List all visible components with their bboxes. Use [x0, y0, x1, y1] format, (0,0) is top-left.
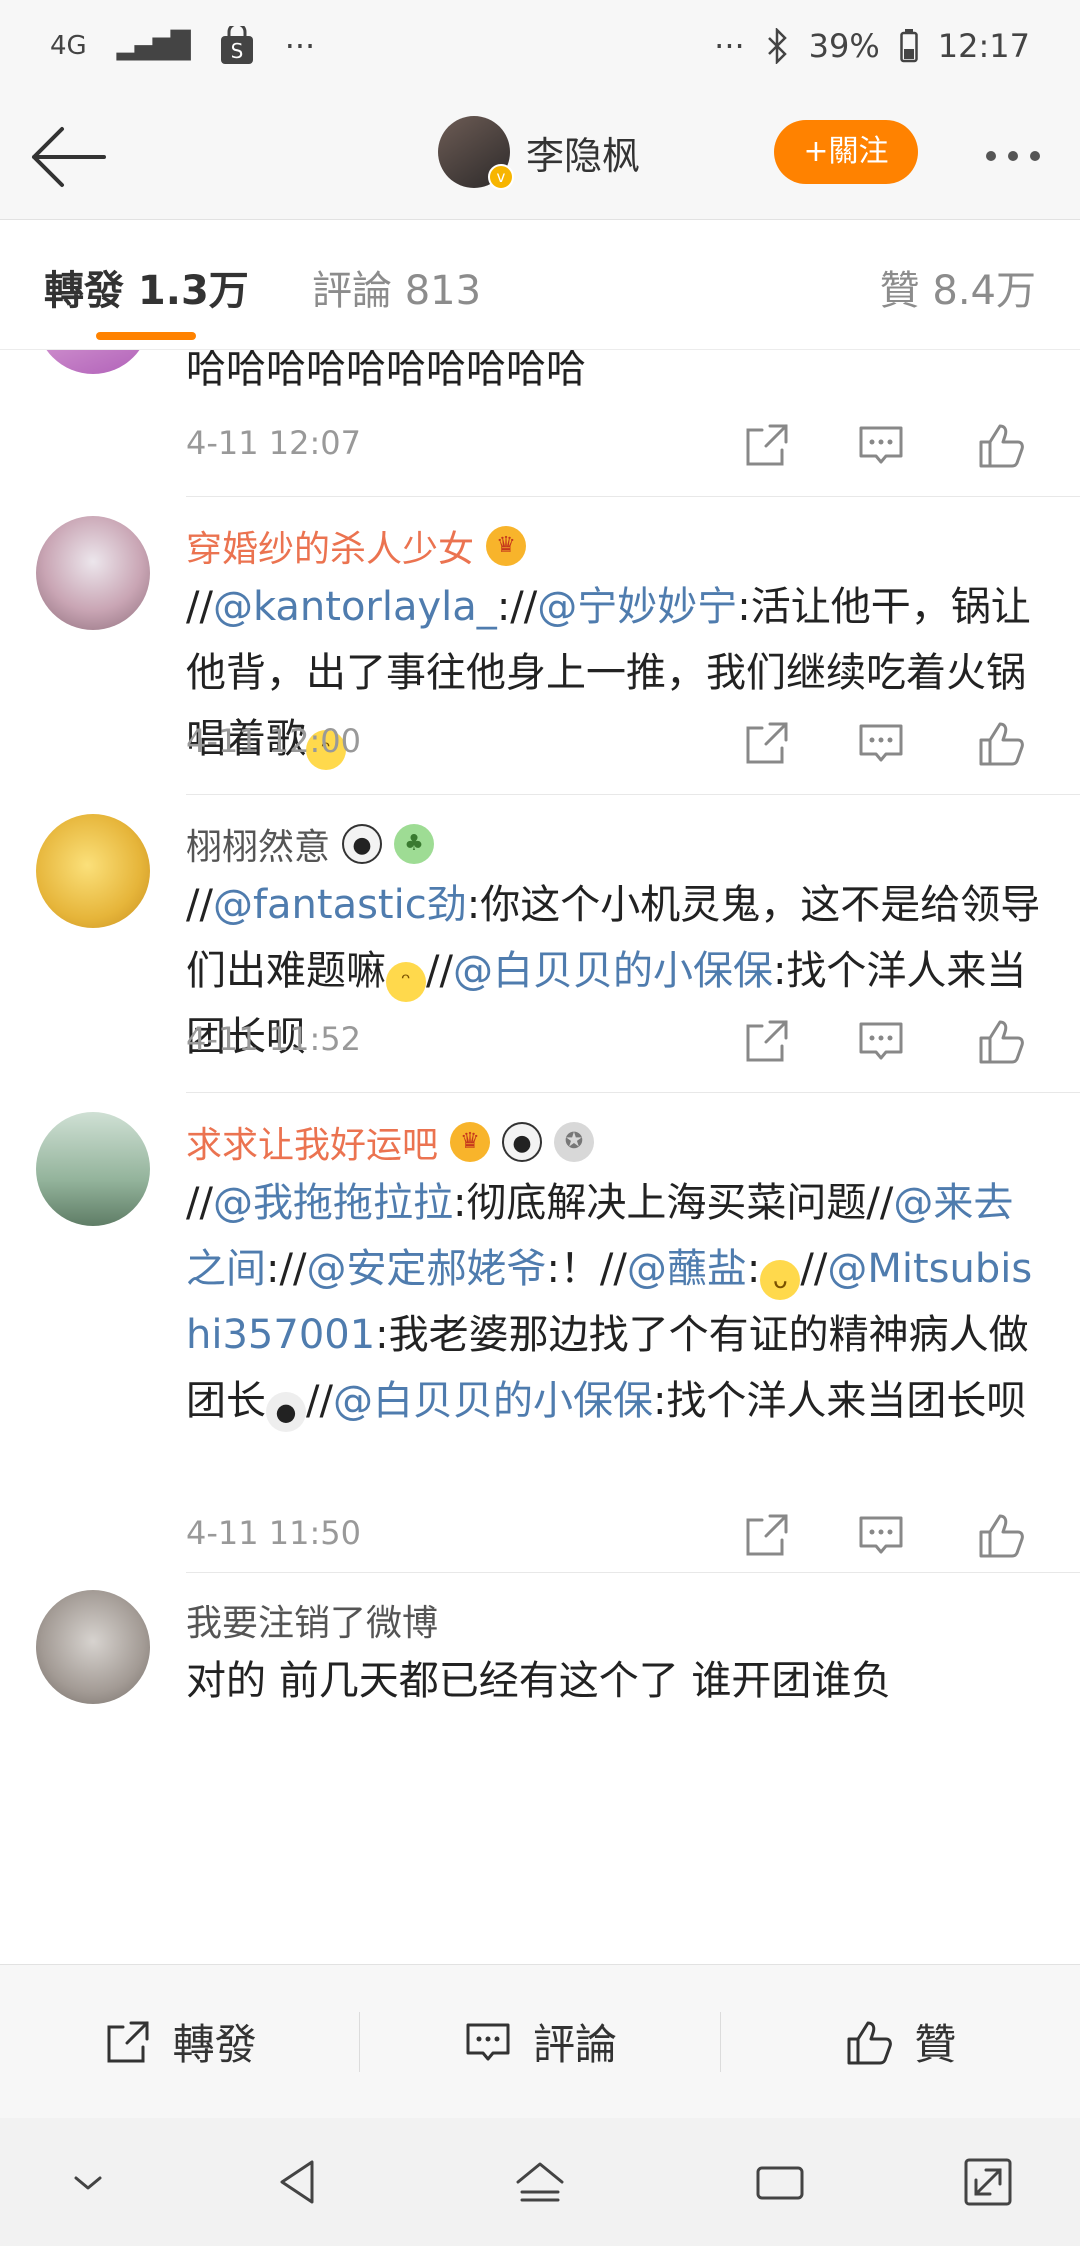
user-line: 求求让我好运吧 ♛ ● ✪ — [186, 1116, 595, 1168]
repost-button[interactable]: 轉發 — [0, 2011, 359, 2072]
battery-icon — [900, 29, 918, 63]
vip-crown-icon: ♛ — [450, 1122, 491, 1162]
post-meta: 4-11 11:50 — [186, 1510, 1046, 1560]
like-button[interactable]: 贊 — [721, 2011, 1080, 2072]
comment-icon[interactable] — [856, 1016, 906, 1066]
mention-link[interactable]: @白贝贝的小保保 — [333, 1378, 653, 1424]
like-label: 贊 — [914, 2020, 957, 2069]
repost-icon[interactable] — [742, 420, 792, 470]
expand-icon[interactable] — [958, 2152, 1018, 2212]
store-icon: S — [220, 26, 253, 64]
tab-bar: 轉發 1.3万 評論 813 贊 8.4万 — [0, 220, 1080, 350]
like-icon — [847, 2021, 893, 2064]
panda-icon: ● — [502, 1122, 543, 1162]
notification-overflow: ··· — [284, 27, 316, 65]
comment-button[interactable]: 評論 — [360, 2011, 719, 2072]
user-line: 我要注销了微博 — [186, 1594, 438, 1646]
mention-link[interactable]: @fantastic劲 — [213, 882, 467, 928]
post-text: 哈哈哈哈哈哈哈哈哈哈 — [186, 350, 586, 392]
divider — [186, 1572, 1080, 1573]
repost-label: 轉發 — [172, 2020, 257, 2069]
smug-emoji-icon: ᴗ — [760, 1260, 801, 1300]
home-icon[interactable] — [510, 2152, 570, 2212]
comment-icon[interactable] — [856, 420, 906, 470]
timestamp: 4-11 12:00 — [186, 722, 362, 760]
panda-icon: ● — [342, 824, 383, 864]
battery-percent: 39% — [808, 27, 880, 65]
mention-link[interactable]: @kantorlayla_ — [213, 584, 497, 630]
username[interactable]: 穿婚纱的杀人少女 — [186, 520, 474, 572]
network-indicator: 4G — [50, 31, 87, 61]
avatar[interactable] — [36, 350, 150, 374]
signal-icon: ▂▄▆█ — [116, 31, 191, 61]
status-bar: 4G ▂▄▆█ S ··· ··· 39% 12:17 — [0, 0, 1080, 92]
post-meta: 4-11 11:52 — [186, 1016, 1046, 1066]
divider — [186, 1092, 1080, 1093]
divider — [186, 496, 1080, 497]
doge-emoji-icon: ᵔ — [386, 962, 426, 1002]
comment-icon[interactable] — [856, 718, 906, 768]
vip-crown-icon: ♛ — [486, 526, 527, 566]
username[interactable]: 求求让我好运吧 — [186, 1116, 438, 1168]
tab-likes[interactable]: 贊 8.4万 — [880, 258, 1036, 316]
repost-icon[interactable] — [742, 1016, 792, 1066]
avatar[interactable]: v — [438, 116, 514, 190]
profile-header[interactable]: v 李隐枫 — [438, 116, 640, 190]
medal-icon: ✪ — [554, 1122, 595, 1162]
comment-icon — [466, 2023, 510, 2060]
navigation-bar: v 李隐枫 +關注 — [0, 92, 1080, 220]
mention-link[interactable]: @白贝贝的小保保 — [453, 948, 773, 994]
user-line: 穿婚纱的杀人少女 ♛ — [186, 520, 527, 572]
like-icon[interactable] — [976, 1016, 1026, 1066]
bluetooth-icon — [767, 28, 787, 64]
back-triangle-icon[interactable] — [270, 2152, 330, 2212]
verified-icon: v — [488, 164, 514, 190]
comment-icon[interactable] — [856, 1510, 906, 1560]
panda-face-emoji-icon: ● — [266, 1392, 306, 1432]
username[interactable]: 栩栩然意 — [186, 818, 330, 870]
like-icon[interactable] — [976, 420, 1026, 470]
svg-text:S: S — [230, 39, 243, 63]
repost-icon[interactable] — [742, 718, 792, 768]
avatar[interactable] — [36, 516, 150, 630]
character-badge-icon: ♣ — [394, 824, 435, 864]
user-line: 栩栩然意 ● ♣ — [186, 818, 435, 870]
tab-comments[interactable]: 評論 813 — [312, 258, 481, 316]
username[interactable]: 我要注销了微博 — [186, 1594, 438, 1646]
post-meta: 4-11 12:07 — [186, 420, 1046, 470]
repost-list[interactable]: 哈哈哈哈哈哈哈哈哈哈 4-11 12:07 穿婚纱的杀人少女 ♛ //@kant… — [0, 350, 1080, 1964]
post-text: //@我拖拖拉拉:彻底解决上海买菜问题//@来去之间://@安定郝姥爷:！//@… — [186, 1170, 1046, 1434]
comment-label: 評論 — [532, 2020, 617, 2069]
active-tab-indicator — [96, 332, 196, 340]
like-icon[interactable] — [976, 718, 1026, 768]
mention-link[interactable]: @宁妙妙宁 — [537, 584, 737, 630]
mention-link[interactable]: @我拖拖拉拉 — [213, 1180, 453, 1226]
like-icon[interactable] — [976, 1510, 1026, 1560]
system-navigation-bar — [0, 2118, 1080, 2246]
back-arrow-icon[interactable] — [24, 112, 114, 202]
follow-button[interactable]: +關注 — [774, 120, 918, 184]
timestamp: 4-11 11:52 — [186, 1020, 362, 1058]
timestamp: 4-11 11:50 — [186, 1514, 362, 1552]
avatar[interactable] — [36, 1112, 150, 1226]
profile-name[interactable]: 李隐枫 — [526, 125, 640, 180]
mention-link[interactable]: @蘸盐 — [627, 1246, 747, 1292]
clock: 12:17 — [937, 27, 1030, 65]
timestamp: 4-11 12:07 — [186, 424, 362, 462]
bottom-action-bar: 轉發 評論 贊 — [0, 1964, 1080, 2118]
chevron-down-icon[interactable] — [58, 2152, 118, 2212]
avatar[interactable] — [36, 1590, 150, 1704]
mention-link[interactable]: @安定郝姥爷 — [306, 1246, 546, 1292]
status-overflow: ··· — [714, 27, 745, 65]
post-meta: 4-11 12:00 — [186, 718, 1046, 768]
repost-icon — [107, 2021, 149, 2062]
divider — [186, 794, 1080, 795]
repost-icon[interactable] — [742, 1510, 792, 1560]
recent-apps-icon[interactable] — [750, 2152, 810, 2212]
avatar[interactable] — [36, 814, 150, 928]
more-options-icon[interactable] — [978, 136, 1048, 176]
post-text: 对的 前几天都已经有这个了 谁开团谁负 — [186, 1658, 892, 1704]
tab-reposts[interactable]: 轉發 1.3万 — [44, 258, 249, 316]
